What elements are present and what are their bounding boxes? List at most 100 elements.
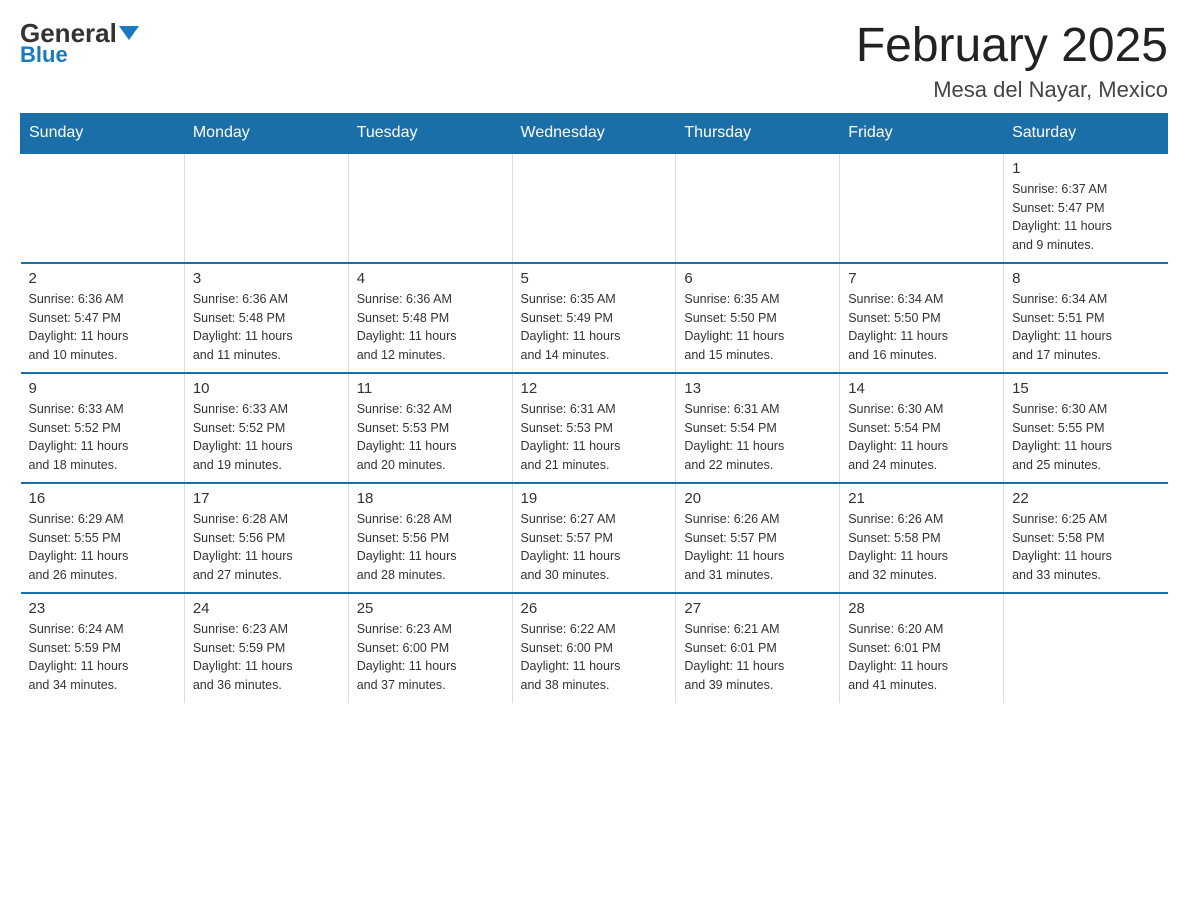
day-number: 9 [29,380,176,397]
day-number: 7 [848,270,995,287]
day-number: 17 [193,490,340,507]
day-info: Sunrise: 6:30 AM Sunset: 5:54 PM Dayligh… [848,400,995,475]
day-number: 27 [684,600,831,617]
day-info: Sunrise: 6:24 AM Sunset: 5:59 PM Dayligh… [29,620,176,695]
calendar-title: February 2025 [856,20,1168,73]
day-info: Sunrise: 6:36 AM Sunset: 5:47 PM Dayligh… [29,290,176,365]
day-info: Sunrise: 6:26 AM Sunset: 5:57 PM Dayligh… [684,510,831,585]
day-info: Sunrise: 6:26 AM Sunset: 5:58 PM Dayligh… [848,510,995,585]
calendar-day-cell: 27 Sunrise: 6:21 AM Sunset: 6:01 PM Dayli… [676,593,840,703]
calendar-day-cell: 14 Sunrise: 6:30 AM Sunset: 5:54 PM Dayli… [840,373,1004,483]
weekday-header-thursday: Thursday [676,113,840,153]
day-info: Sunrise: 6:23 AM Sunset: 6:00 PM Dayligh… [357,620,504,695]
day-info: Sunrise: 6:32 AM Sunset: 5:53 PM Dayligh… [357,400,504,475]
weekday-header-saturday: Saturday [1004,113,1168,153]
calendar-day-cell [348,153,512,263]
day-number: 6 [684,270,831,287]
calendar-day-cell: 26 Sunrise: 6:22 AM Sunset: 6:00 PM Dayli… [512,593,676,703]
day-info: Sunrise: 6:25 AM Sunset: 5:58 PM Dayligh… [1012,510,1159,585]
logo-blue-text: Blue [20,42,68,68]
calendar-day-cell: 21 Sunrise: 6:26 AM Sunset: 5:58 PM Dayli… [840,483,1004,593]
calendar-subtitle: Mesa del Nayar, Mexico [856,77,1168,103]
page-header: General Blue February 2025 Mesa del Naya… [20,20,1168,103]
calendar-day-cell: 22 Sunrise: 6:25 AM Sunset: 5:58 PM Dayli… [1004,483,1168,593]
day-info: Sunrise: 6:23 AM Sunset: 5:59 PM Dayligh… [193,620,340,695]
day-info: Sunrise: 6:31 AM Sunset: 5:53 PM Dayligh… [521,400,668,475]
calendar-day-cell: 8 Sunrise: 6:34 AM Sunset: 5:51 PM Daylig… [1004,263,1168,373]
calendar-day-cell: 20 Sunrise: 6:26 AM Sunset: 5:57 PM Dayli… [676,483,840,593]
day-info: Sunrise: 6:31 AM Sunset: 5:54 PM Dayligh… [684,400,831,475]
day-info: Sunrise: 6:21 AM Sunset: 6:01 PM Dayligh… [684,620,831,695]
calendar-day-cell: 24 Sunrise: 6:23 AM Sunset: 5:59 PM Dayli… [184,593,348,703]
day-info: Sunrise: 6:34 AM Sunset: 5:50 PM Dayligh… [848,290,995,365]
day-info: Sunrise: 6:22 AM Sunset: 6:00 PM Dayligh… [521,620,668,695]
day-info: Sunrise: 6:34 AM Sunset: 5:51 PM Dayligh… [1012,290,1159,365]
calendar-week-row: 16 Sunrise: 6:29 AM Sunset: 5:55 PM Dayli… [21,483,1168,593]
calendar-day-cell: 25 Sunrise: 6:23 AM Sunset: 6:00 PM Dayli… [348,593,512,703]
day-number: 10 [193,380,340,397]
calendar-day-cell: 4 Sunrise: 6:36 AM Sunset: 5:48 PM Daylig… [348,263,512,373]
day-number: 26 [521,600,668,617]
day-number: 25 [357,600,504,617]
logo-arrow-icon [119,26,139,40]
day-info: Sunrise: 6:35 AM Sunset: 5:49 PM Dayligh… [521,290,668,365]
weekday-header-tuesday: Tuesday [348,113,512,153]
day-info: Sunrise: 6:30 AM Sunset: 5:55 PM Dayligh… [1012,400,1159,475]
calendar-week-row: 2 Sunrise: 6:36 AM Sunset: 5:47 PM Daylig… [21,263,1168,373]
day-number: 4 [357,270,504,287]
calendar-day-cell [184,153,348,263]
day-number: 2 [29,270,176,287]
day-number: 5 [521,270,668,287]
weekday-header-monday: Monday [184,113,348,153]
day-info: Sunrise: 6:20 AM Sunset: 6:01 PM Dayligh… [848,620,995,695]
day-number: 16 [29,490,176,507]
day-info: Sunrise: 6:36 AM Sunset: 5:48 PM Dayligh… [357,290,504,365]
day-number: 28 [848,600,995,617]
calendar-week-row: 9 Sunrise: 6:33 AM Sunset: 5:52 PM Daylig… [21,373,1168,483]
day-info: Sunrise: 6:28 AM Sunset: 5:56 PM Dayligh… [193,510,340,585]
day-number: 18 [357,490,504,507]
calendar-day-cell [840,153,1004,263]
weekday-header-sunday: Sunday [21,113,185,153]
calendar-day-cell: 6 Sunrise: 6:35 AM Sunset: 5:50 PM Daylig… [676,263,840,373]
day-number: 8 [1012,270,1159,287]
weekday-header-wednesday: Wednesday [512,113,676,153]
day-info: Sunrise: 6:33 AM Sunset: 5:52 PM Dayligh… [29,400,176,475]
title-block: February 2025 Mesa del Nayar, Mexico [856,20,1168,103]
day-number: 19 [521,490,668,507]
calendar-day-cell: 11 Sunrise: 6:32 AM Sunset: 5:53 PM Dayli… [348,373,512,483]
calendar-day-cell: 12 Sunrise: 6:31 AM Sunset: 5:53 PM Dayli… [512,373,676,483]
calendar-day-cell [1004,593,1168,703]
calendar-day-cell: 16 Sunrise: 6:29 AM Sunset: 5:55 PM Dayli… [21,483,185,593]
calendar-table: SundayMondayTuesdayWednesdayThursdayFrid… [20,113,1168,703]
day-info: Sunrise: 6:36 AM Sunset: 5:48 PM Dayligh… [193,290,340,365]
calendar-day-cell: 1 Sunrise: 6:37 AM Sunset: 5:47 PM Daylig… [1004,153,1168,263]
day-number: 22 [1012,490,1159,507]
calendar-day-cell [676,153,840,263]
day-number: 20 [684,490,831,507]
day-number: 12 [521,380,668,397]
calendar-day-cell: 23 Sunrise: 6:24 AM Sunset: 5:59 PM Dayli… [21,593,185,703]
calendar-day-cell: 19Sunrise: 6:27 AM Sunset: 5:57 PM Dayli… [512,483,676,593]
calendar-week-row: 23 Sunrise: 6:24 AM Sunset: 5:59 PM Dayli… [21,593,1168,703]
day-info: Sunrise: 6:29 AM Sunset: 5:55 PM Dayligh… [29,510,176,585]
calendar-day-cell: 13 Sunrise: 6:31 AM Sunset: 5:54 PM Dayli… [676,373,840,483]
calendar-day-cell: 2 Sunrise: 6:36 AM Sunset: 5:47 PM Daylig… [21,263,185,373]
day-number: 11 [357,380,504,397]
day-number: 21 [848,490,995,507]
day-number: 13 [684,380,831,397]
calendar-day-cell: 28 Sunrise: 6:20 AM Sunset: 6:01 PM Dayli… [840,593,1004,703]
day-info: Sunrise: 6:33 AM Sunset: 5:52 PM Dayligh… [193,400,340,475]
day-number: 14 [848,380,995,397]
day-number: 15 [1012,380,1159,397]
calendar-day-cell: 17 Sunrise: 6:28 AM Sunset: 5:56 PM Dayli… [184,483,348,593]
day-number: 3 [193,270,340,287]
calendar-day-cell: 3 Sunrise: 6:36 AM Sunset: 5:48 PM Daylig… [184,263,348,373]
day-number: 24 [193,600,340,617]
day-info: Sunrise: 6:37 AM Sunset: 5:47 PM Dayligh… [1012,180,1159,255]
day-number: 23 [29,600,176,617]
day-number: 1 [1012,160,1159,177]
calendar-day-cell: 9 Sunrise: 6:33 AM Sunset: 5:52 PM Daylig… [21,373,185,483]
calendar-day-cell: 10 Sunrise: 6:33 AM Sunset: 5:52 PM Dayli… [184,373,348,483]
day-info: Sunrise: 6:35 AM Sunset: 5:50 PM Dayligh… [684,290,831,365]
